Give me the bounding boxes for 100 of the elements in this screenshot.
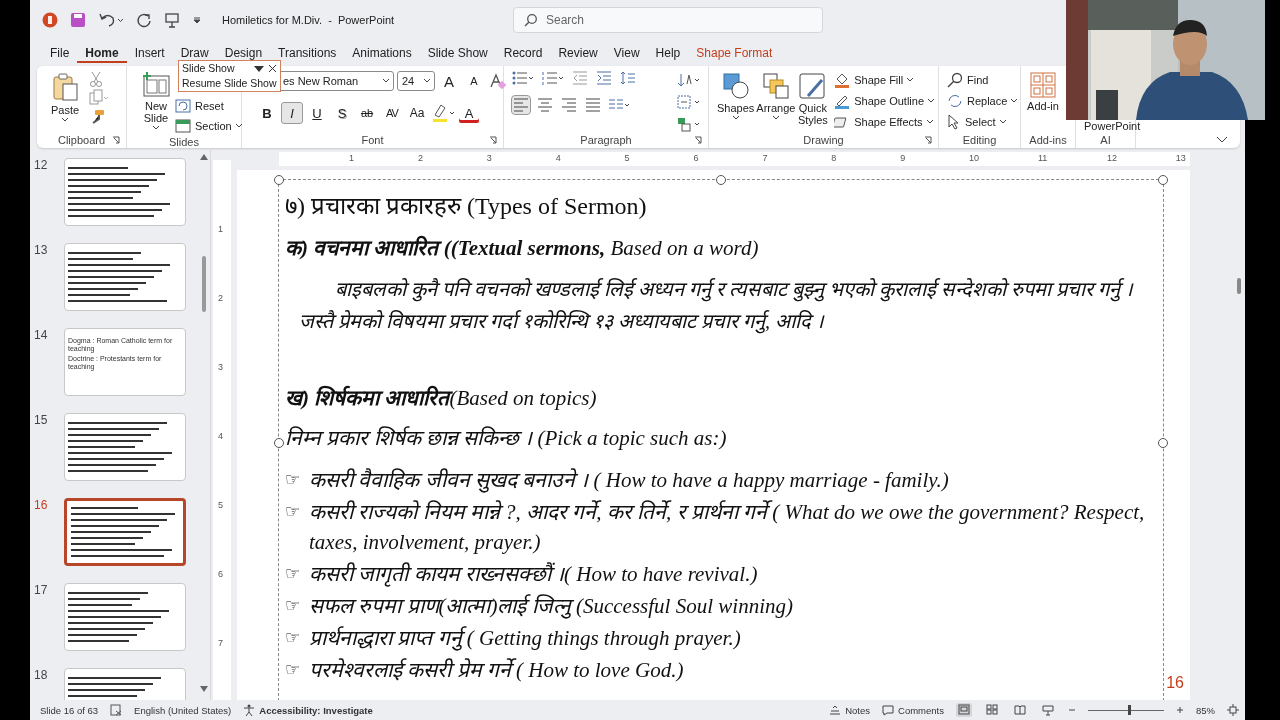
spell-check-icon[interactable] <box>110 704 123 716</box>
customize-caret-icon[interactable] <box>192 15 202 25</box>
clear-formatting-icon[interactable] <box>488 72 506 90</box>
bullet-glyph: ☞ <box>285 469 301 491</box>
comments-button[interactable]: Comments <box>882 704 944 716</box>
ribbon-tab[interactable]: Help <box>647 43 689 63</box>
scrollbar-thumb[interactable] <box>202 256 206 312</box>
ribbon-tab[interactable]: Insert <box>126 43 173 63</box>
caret-icon <box>907 78 914 82</box>
find-button[interactable]: Find <box>947 70 1018 90</box>
ribbon-tab[interactable]: Animations <box>344 43 420 63</box>
slide-title: ७) प्रचारका प्रकारहरु (Types of Sermon) <box>285 192 648 221</box>
search-field[interactable]: Search <box>513 7 823 33</box>
undo-icon[interactable] <box>98 12 124 28</box>
dialog-launcher-icon[interactable] <box>489 136 497 144</box>
slide-thumbnail[interactable] <box>64 583 186 651</box>
change-case-button[interactable]: Aa <box>406 102 428 124</box>
align-center-icon[interactable] <box>536 96 554 114</box>
zoom-in-icon[interactable] <box>1176 706 1184 714</box>
ribbon-tab[interactable]: Home <box>77 43 127 63</box>
slide-thumbnail[interactable] <box>64 498 186 566</box>
resize-handle[interactable] <box>1158 437 1168 448</box>
text-direction-icon[interactable] <box>677 72 701 88</box>
slide-thumbnail[interactable] <box>64 158 186 226</box>
comment-icon <box>882 704 895 716</box>
shape-fill-button[interactable]: Shape Fill <box>834 70 934 90</box>
notes-button[interactable]: Notes <box>829 704 871 716</box>
arrange-button[interactable]: Arrange <box>756 70 796 120</box>
bullet-glyph: ☞ <box>285 501 301 523</box>
slide-sorter-icon[interactable] <box>984 703 1000 717</box>
ribbon-tab[interactable]: View <box>605 43 648 63</box>
ribbon-tab[interactable]: Review <box>550 43 606 63</box>
resize-handle[interactable] <box>274 437 284 448</box>
ruler-number: 4 <box>218 431 223 441</box>
collapse-ribbon-icon[interactable] <box>1216 136 1228 144</box>
dialog-launcher-icon[interactable] <box>694 136 702 144</box>
save-icon[interactable] <box>70 12 86 28</box>
bullet-text: कसरी जागृती कायम राख्नसक्छौं ।( How to have revival.) <box>309 561 758 589</box>
font-color-button[interactable]: A <box>458 102 480 124</box>
shape-effects-button[interactable]: Shape Effects <box>834 112 934 132</box>
decrease-indent-icon[interactable] <box>572 71 588 85</box>
line-spacing-icon[interactable] <box>620 70 636 86</box>
underline-button[interactable]: U <box>306 102 328 124</box>
ribbon-tab[interactable]: Record <box>495 43 551 63</box>
resize-handle[interactable] <box>1158 175 1168 185</box>
resize-handle[interactable] <box>716 175 726 185</box>
select-button[interactable]: Select <box>947 112 1018 132</box>
justify-icon[interactable] <box>584 96 602 114</box>
shapes-icon <box>721 72 750 100</box>
replace-button[interactable]: Replace <box>947 91 1018 111</box>
font-size-field[interactable]: 24 <box>397 71 435 91</box>
close-icon[interactable] <box>267 64 277 73</box>
bullets-icon[interactable] <box>512 71 534 85</box>
highlighter-icon[interactable] <box>431 103 455 123</box>
slide-thumbnail[interactable] <box>64 243 186 311</box>
shapes-button[interactable]: Shapes <box>717 70 755 120</box>
language-button[interactable]: English (United States) <box>134 704 232 716</box>
ribbon-tab[interactable]: File <box>42 43 78 63</box>
grow-font-button[interactable]: A <box>438 70 460 92</box>
add-ins-button[interactable]: Add-in <box>1023 70 1063 112</box>
shadow-button[interactable]: S <box>331 102 353 124</box>
accessibility-button[interactable]: Accessibility: Investigate <box>243 704 373 716</box>
scroll-down-icon[interactable] <box>200 686 208 692</box>
redo-icon[interactable] <box>136 12 152 28</box>
new-slide-button[interactable]: New Slide <box>141 70 171 130</box>
normal-view-icon[interactable] <box>956 703 972 717</box>
zoom-slider-thumb[interactable] <box>1128 705 1132 715</box>
smartart-icon[interactable] <box>677 116 701 132</box>
align-right-icon[interactable] <box>560 96 578 114</box>
dropdown-icon[interactable] <box>253 64 264 73</box>
ribbon-tab[interactable]: Draw <box>172 43 217 63</box>
italic-button[interactable]: I <box>281 102 303 124</box>
shape-outline-button[interactable]: Shape Outline <box>834 91 934 111</box>
dialog-launcher-icon[interactable] <box>112 136 120 144</box>
ribbon-tab[interactable]: Shape Format <box>688 43 781 63</box>
strikethrough-button[interactable]: ab <box>356 102 378 124</box>
ai-button[interactable]: PowerPoint <box>1084 120 1141 132</box>
ribbon-tab[interactable]: Slide Show <box>419 43 496 63</box>
increase-indent-icon[interactable] <box>596 71 612 85</box>
reading-view-icon[interactable] <box>1012 703 1028 717</box>
ribbon-tab[interactable]: Transitions <box>270 43 345 63</box>
character-spacing-button[interactable]: AV <box>381 102 403 124</box>
paste-button[interactable]: Paste <box>45 70 85 122</box>
scrollbar-thumb[interactable] <box>1237 278 1241 294</box>
caret-icon <box>383 79 389 83</box>
slide-thumbnail[interactable] <box>64 413 186 481</box>
presentation-icon[interactable] <box>164 12 180 28</box>
section-button[interactable]: Section <box>175 116 242 136</box>
shrink-font-button[interactable]: A <box>463 70 485 92</box>
ruler-number: 1 <box>218 224 223 234</box>
scroll-up-icon[interactable] <box>200 154 208 160</box>
reset-button[interactable]: Reset <box>175 96 242 116</box>
quick-styles-button[interactable]: Quick Styles <box>797 70 829 126</box>
pen-icon <box>834 93 851 109</box>
resize-handle[interactable] <box>274 175 284 185</box>
slideshow-view-icon[interactable] <box>1040 703 1056 717</box>
bold-button[interactable]: B <box>256 102 278 124</box>
fit-to-window-icon[interactable] <box>1227 704 1239 716</box>
ribbon-tab[interactable]: Design <box>216 43 271 63</box>
dialog-launcher-icon[interactable] <box>924 136 932 144</box>
